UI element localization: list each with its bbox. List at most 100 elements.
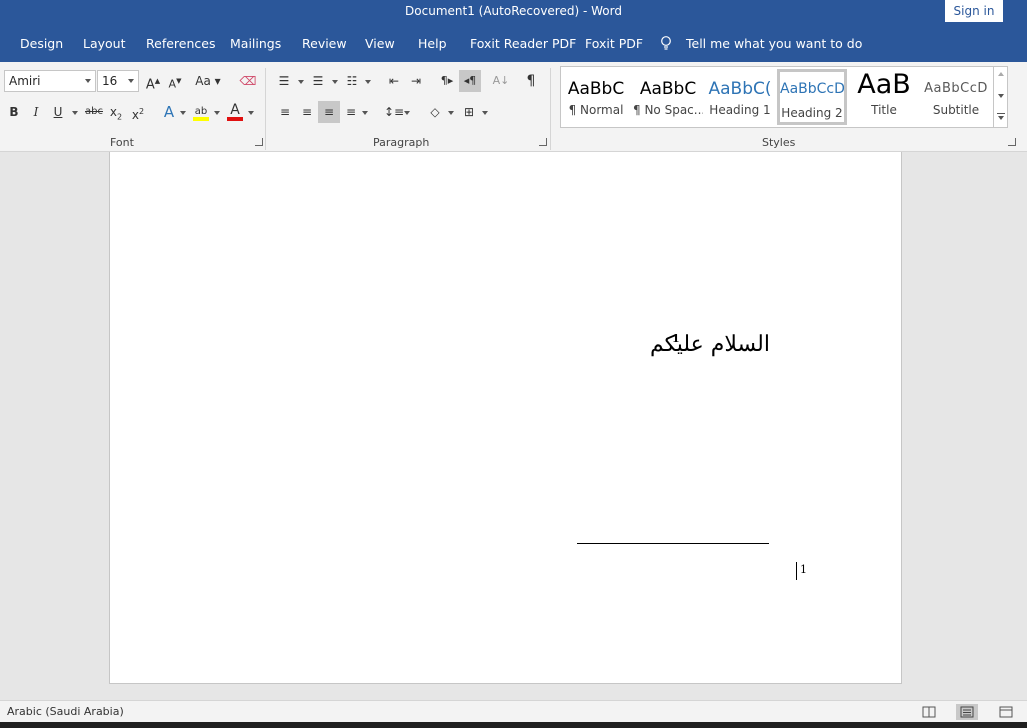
styles-gallery-scroll[interactable] <box>993 66 1008 128</box>
chevron-down-icon[interactable] <box>365 80 371 84</box>
tab-mailings[interactable]: Mailings <box>230 36 281 51</box>
taskbar-strip <box>0 722 1027 728</box>
tab-foxit-reader-pdf[interactable]: Foxit Reader PDF <box>470 36 576 51</box>
font-size-value: 16 <box>102 74 118 88</box>
numbering-icon[interactable]: ☰ <box>310 70 326 92</box>
style-name: ¶ No Spac... <box>633 103 703 117</box>
tell-me-text: Tell me what you want to do <box>686 36 863 51</box>
styles-gallery: AaBbC ¶ Normal AaBbC ¶ No Spac... AaBbC(… <box>560 66 1008 128</box>
more-styles-icon[interactable] <box>998 116 1004 120</box>
chevron-down-icon[interactable] <box>362 111 368 115</box>
align-center-icon[interactable]: ≡ <box>298 101 316 123</box>
tab-layout[interactable]: Layout <box>83 36 126 51</box>
underline-button[interactable]: U <box>50 101 66 123</box>
grow-font-button[interactable]: A▲ <box>144 70 162 92</box>
font-color-icon[interactable]: A <box>226 99 244 121</box>
ltr-direction-icon[interactable]: ¶▸ <box>438 70 456 92</box>
decrease-indent-icon[interactable]: ⇤ <box>385 70 403 92</box>
change-case-button[interactable]: Aa ▾ <box>194 70 222 92</box>
chevron-down-icon[interactable] <box>214 111 220 115</box>
shrink-font-button[interactable]: A▼ <box>166 70 184 92</box>
sort-icon[interactable]: A↓ <box>492 70 510 92</box>
style-heading-1[interactable]: AaBbC( Heading 1 <box>705 69 775 125</box>
chevron-down-icon <box>85 79 91 83</box>
chevron-down-icon[interactable] <box>482 111 488 115</box>
chevron-down-icon <box>128 79 134 83</box>
style-preview: AaBbCcD <box>780 81 844 97</box>
web-layout-icon[interactable] <box>995 704 1017 720</box>
ribbon-tabs: Design Layout References Mailings Review… <box>0 30 1027 62</box>
footnote-separator <box>577 543 769 544</box>
subscript-button[interactable]: x2 <box>108 101 124 123</box>
lightbulb-icon <box>661 36 671 50</box>
style-preview: AaBbC <box>567 79 625 99</box>
style-title[interactable]: AaB Title <box>849 69 919 125</box>
line-spacing-icon[interactable]: ↕≡ <box>384 101 404 123</box>
print-layout-icon[interactable] <box>956 704 978 720</box>
styles-dialog-launcher-icon[interactable] <box>1008 138 1016 146</box>
chevron-up-icon[interactable] <box>998 72 1004 76</box>
chevron-down-icon[interactable] <box>180 111 186 115</box>
document-page[interactable]: السلام عليكم 1 1 <box>109 152 902 684</box>
style-subtitle[interactable]: AaBbCcD Subtitle <box>921 69 991 125</box>
font-color-swatch <box>227 117 243 121</box>
style-name: ¶ Normal <box>568 103 624 117</box>
title-bar: Document1 (AutoRecovered) - Word Sign in <box>0 0 1027 30</box>
more-styles-line <box>997 113 1005 114</box>
tab-review[interactable]: Review <box>302 36 347 51</box>
chevron-down-icon[interactable] <box>248 111 254 115</box>
increase-indent-icon[interactable]: ⇥ <box>407 70 425 92</box>
footnote-number[interactable]: 1 <box>800 563 807 576</box>
tab-foxit-pdf[interactable]: Foxit PDF <box>585 36 643 51</box>
shading-icon[interactable]: ◇ <box>426 101 444 123</box>
style-normal[interactable]: AaBbC ¶ Normal <box>561 69 631 125</box>
font-name-combo[interactable]: Amiri <box>4 70 96 92</box>
multilevel-list-icon[interactable]: ☷ <box>344 70 360 92</box>
text-effects-icon[interactable]: A <box>160 101 178 123</box>
strikethrough-button[interactable]: abc <box>84 101 104 123</box>
styles-group-label: Styles <box>762 136 796 149</box>
italic-button[interactable]: I <box>28 101 44 123</box>
sign-in-button[interactable]: Sign in <box>945 0 1003 22</box>
language-indicator[interactable]: Arabic (Saudi Arabia) <box>7 705 124 718</box>
tell-me-box[interactable]: Tell me what you want to do <box>660 36 862 51</box>
text-cursor <box>796 562 797 580</box>
chevron-down-icon[interactable] <box>404 111 410 115</box>
style-no-spacing[interactable]: AaBbC ¶ No Spac... <box>633 69 703 125</box>
style-name: Subtitle <box>932 103 980 117</box>
tab-help[interactable]: Help <box>418 36 447 51</box>
style-name: Heading 1 <box>709 103 771 117</box>
justify-icon[interactable]: ≡ <box>342 101 360 123</box>
style-preview: AaB <box>857 69 911 100</box>
document-body-text[interactable]: السلام عليكم <box>650 332 770 357</box>
style-preview: AaBbC( <box>708 79 772 99</box>
footnote-reference[interactable]: 1 <box>672 332 680 345</box>
chevron-down-icon[interactable] <box>448 111 454 115</box>
font-dialog-launcher-icon[interactable] <box>255 138 263 146</box>
rtl-direction-icon[interactable]: ◂¶ <box>459 70 481 92</box>
style-preview: AaBbCcD <box>924 81 988 96</box>
align-left-icon[interactable]: ≡ <box>276 101 294 123</box>
chevron-down-icon[interactable] <box>998 94 1004 98</box>
tab-view[interactable]: View <box>365 36 395 51</box>
highlight-color-icon[interactable]: ab <box>192 101 210 123</box>
chevron-down-icon[interactable] <box>332 80 338 84</box>
superscript-button[interactable]: x2 <box>130 101 146 123</box>
show-formatting-icon[interactable]: ¶ <box>522 70 540 92</box>
style-name: Heading 2 <box>781 106 843 120</box>
clear-formatting-icon[interactable]: ⌫ <box>238 70 258 92</box>
font-size-combo[interactable]: 16 <box>97 70 139 92</box>
borders-icon[interactable]: ⊞ <box>460 101 478 123</box>
tab-references[interactable]: References <box>146 36 215 51</box>
read-mode-icon[interactable] <box>918 704 940 720</box>
style-heading-2[interactable]: AaBbCcD Heading 2 <box>777 69 847 125</box>
paragraph-dialog-launcher-icon[interactable] <box>539 138 547 146</box>
align-right-icon[interactable]: ≡ <box>318 101 340 123</box>
ribbon: Amiri 16 A▲ A▼ Aa ▾ ⌫ B I U abc x2 x2 A … <box>0 62 1027 152</box>
chevron-down-icon[interactable] <box>298 80 304 84</box>
chevron-down-icon[interactable] <box>72 111 78 115</box>
style-preview: AaBbC <box>639 79 697 99</box>
tab-design[interactable]: Design <box>20 36 63 51</box>
bold-button[interactable]: B <box>6 101 22 123</box>
bullets-icon[interactable]: ☰ <box>276 70 292 92</box>
